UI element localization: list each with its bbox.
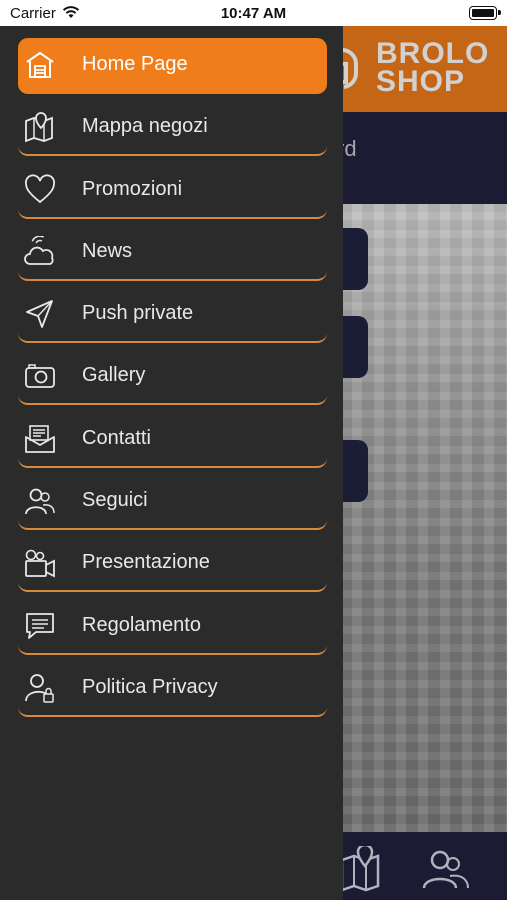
menu-label: Promozioni xyxy=(82,177,183,200)
menu-item-home-page[interactable]: Home Page xyxy=(18,38,327,94)
battery-icon xyxy=(469,6,501,20)
menu-item-seguici[interactable]: Seguici xyxy=(18,474,327,531)
menu-item-push-private[interactable]: Push private xyxy=(18,287,327,344)
map-icon xyxy=(24,111,56,143)
status-bar: Carrier 10:47 AM xyxy=(0,0,507,26)
home-icon xyxy=(24,49,56,81)
menu-label: Politica Privacy xyxy=(82,675,218,698)
menu-label: Home Page xyxy=(82,53,188,75)
menu-item-politica-privacy[interactable]: Politica Privacy xyxy=(18,661,327,717)
camera-icon xyxy=(24,360,56,392)
menu-item-news[interactable]: News xyxy=(18,225,327,281)
menu-item-promozioni[interactable]: Promozioni xyxy=(18,163,327,219)
navigation-drawer: Home Page Mappa negozi Promozioni News P xyxy=(0,26,343,900)
video-icon xyxy=(24,547,56,579)
menu-item-regolamento[interactable]: Regolamento xyxy=(18,599,327,655)
menu-label: Contatti xyxy=(82,426,151,449)
menu-list: Home Page Mappa negozi Promozioni News P xyxy=(18,38,327,723)
clock: 10:47 AM xyxy=(220,5,287,22)
menu-item-mappa-negozi[interactable]: Mappa negozi xyxy=(18,100,327,157)
menu-item-presentazione[interactable]: Presentazione xyxy=(18,536,327,593)
message-icon xyxy=(24,610,56,642)
menu-label: News xyxy=(82,239,133,262)
heart-icon xyxy=(24,174,56,206)
menu-item-gallery[interactable]: Gallery xyxy=(18,349,327,406)
menu-label: Push private xyxy=(82,302,194,325)
menu-label: Presentazione xyxy=(82,551,210,574)
menu-label: Gallery xyxy=(82,364,146,387)
menu-label: Mappa negozi xyxy=(82,115,208,138)
menu-label: Regolamento xyxy=(82,613,201,636)
mail-icon xyxy=(24,423,56,455)
send-icon xyxy=(24,298,56,330)
menu-item-contatti[interactable]: Contatti xyxy=(18,412,327,468)
privacy-icon xyxy=(24,672,56,704)
menu-label: Seguici xyxy=(82,489,148,512)
news-icon xyxy=(24,235,56,268)
users-icon xyxy=(24,485,56,517)
